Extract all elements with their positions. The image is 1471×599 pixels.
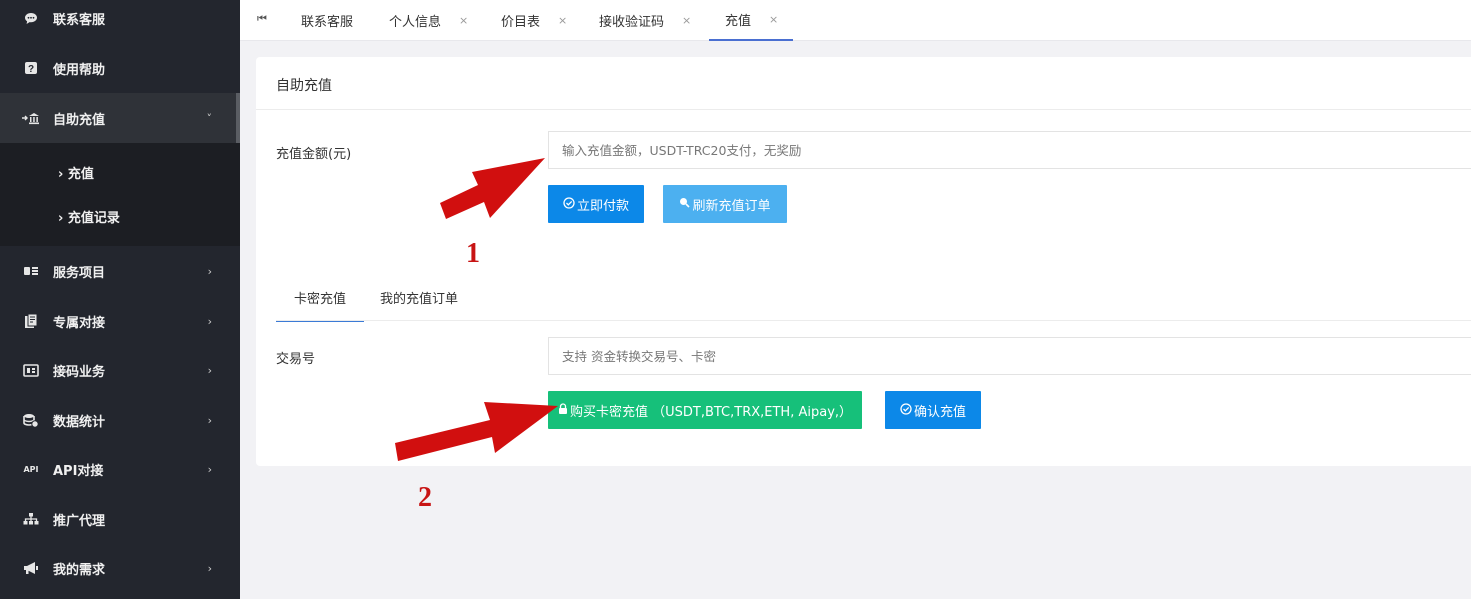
annotation-arrow-2: [395, 402, 558, 461]
annotation-number-2: 2: [418, 482, 432, 513]
annotation-arrows: [395, 158, 558, 461]
annotation-number-1: 1: [466, 238, 480, 269]
annotation-arrow-1: [440, 158, 545, 219]
